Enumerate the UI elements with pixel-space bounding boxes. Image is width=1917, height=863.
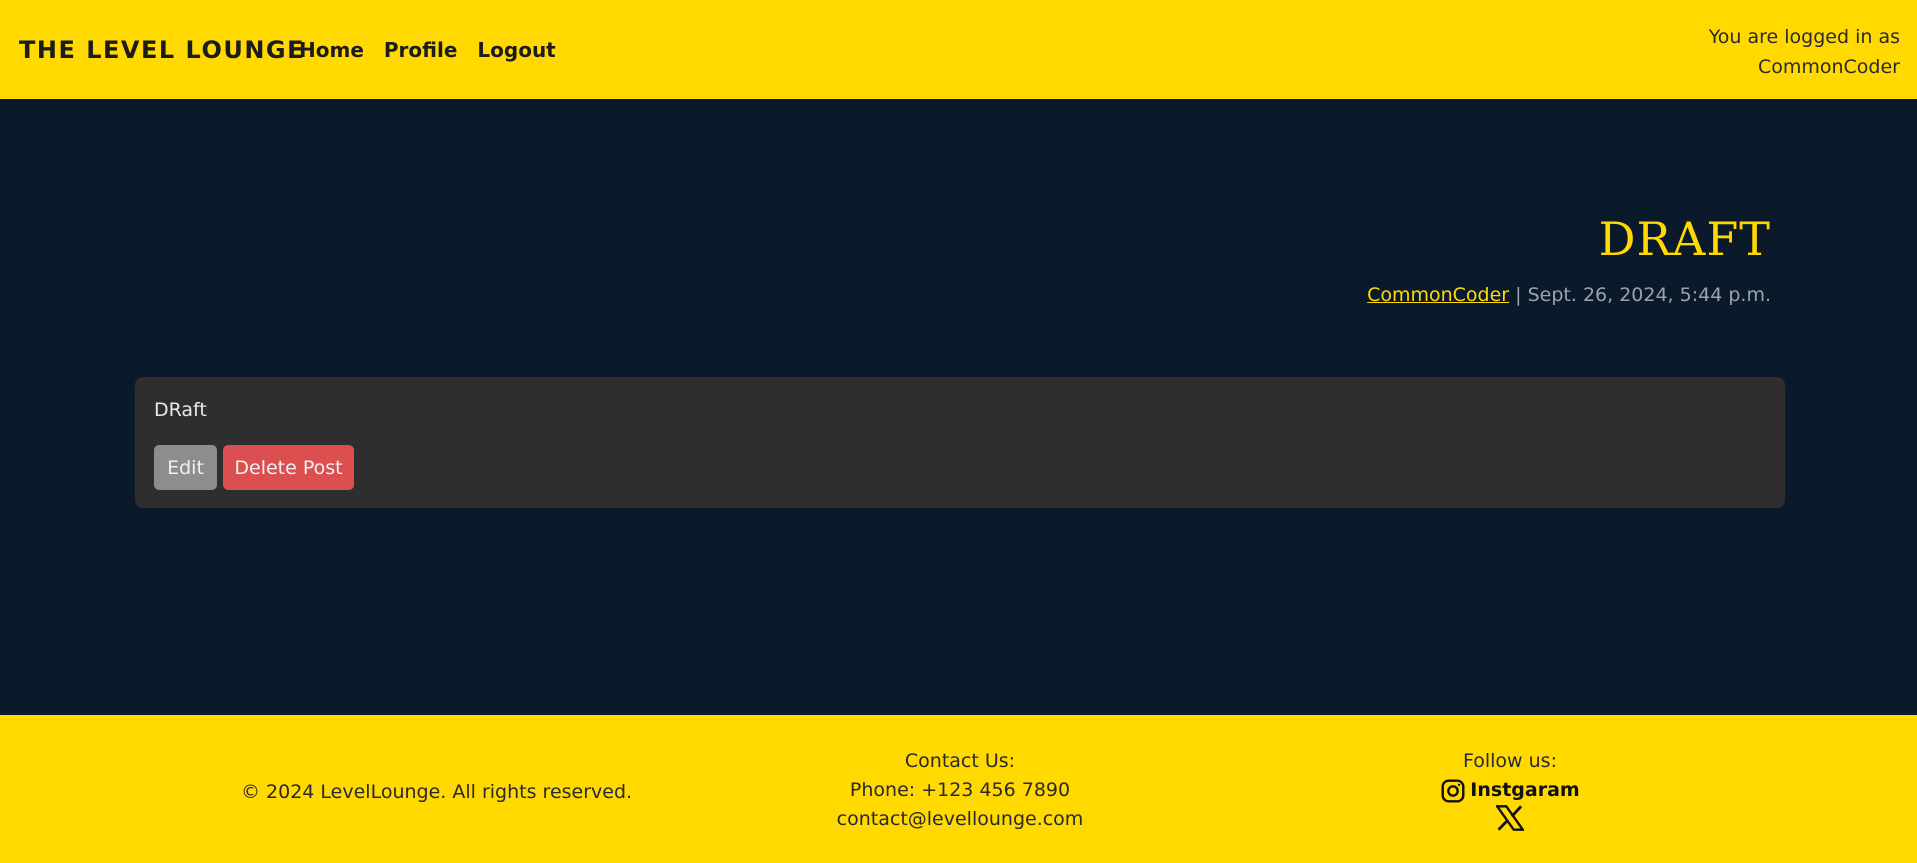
nav-links: Home Profile Logout xyxy=(299,38,556,62)
contact-section: Contact Us: Phone: +123 456 7890 contact… xyxy=(760,747,1160,834)
contact-email: contact@levellounge.com xyxy=(836,808,1084,830)
edit-button[interactable]: Edit xyxy=(154,445,217,490)
post-body: DRaft xyxy=(154,399,207,421)
login-status: You are logged in as CommonCoder xyxy=(1709,22,1900,82)
instagram-icon xyxy=(1440,778,1466,804)
nav-link-logout[interactable]: Logout xyxy=(477,38,555,62)
instagram-link[interactable]: Instgaram xyxy=(1360,776,1660,805)
brand-logo[interactable]: THE LEVEL LOUNGE xyxy=(19,36,305,64)
contact-phone: Phone: +123 456 7890 xyxy=(849,779,1071,801)
meta-separator: | xyxy=(1509,284,1528,306)
login-username: CommonCoder xyxy=(1757,56,1900,78)
post-date: Sept. 26, 2024, 5:44 p.m. xyxy=(1527,284,1771,306)
post-meta: CommonCoder | Sept. 26, 2024, 5:44 p.m. xyxy=(1367,284,1771,306)
nav-link-profile[interactable]: Profile xyxy=(384,38,458,62)
follow-heading: Follow us: xyxy=(1463,750,1557,772)
navbar: THE LEVEL LOUNGE Home Profile Logout You… xyxy=(0,0,1917,99)
post-author-link[interactable]: CommonCoder xyxy=(1367,284,1509,306)
post-actions: Edit Delete Post xyxy=(154,445,354,490)
login-status-text: You are logged in as xyxy=(1708,26,1900,48)
nav-link-home[interactable]: Home xyxy=(299,38,364,62)
post-card: DRaft Edit Delete Post xyxy=(135,377,1785,508)
delete-post-button[interactable]: Delete Post xyxy=(223,445,354,490)
footer: © 2024 LevelLounge. All rights reserved.… xyxy=(0,715,1917,863)
contact-heading: Contact Us: xyxy=(904,750,1016,772)
instagram-label: Instgaram xyxy=(1470,779,1580,801)
x-link[interactable] xyxy=(1360,805,1660,831)
post-title: DRAFT xyxy=(1598,212,1771,266)
post-header: DRAFT CommonCoder | Sept. 26, 2024, 5:44… xyxy=(1367,212,1771,306)
copyright-text: © 2024 LevelLounge. All rights reserved. xyxy=(241,781,633,803)
x-icon xyxy=(1496,805,1524,831)
follow-section: Follow us: Instgaram xyxy=(1360,747,1660,831)
